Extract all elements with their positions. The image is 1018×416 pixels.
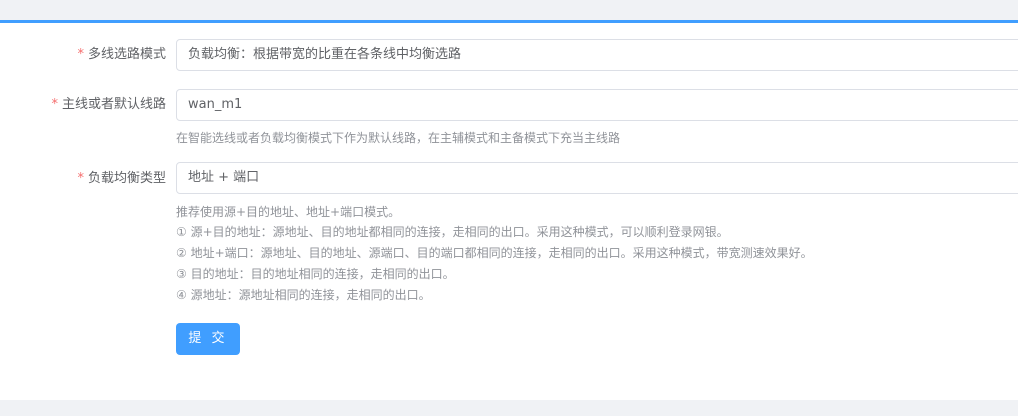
balance-type-hint-intro: 推荐使用源+目的地址、地址+端口模式。	[176, 205, 401, 219]
default-line-value: wan_m1	[188, 97, 243, 112]
balance-type-hint-option: ③ 目的地址：目的地址相同的连接，走相同的出口。	[176, 267, 455, 281]
required-mark: *	[51, 97, 58, 112]
balance-type-label: * 负载均衡类型	[77, 169, 166, 189]
form-card	[0, 20, 1018, 400]
multiline-mode-label-text: 多线选路模式	[87, 47, 166, 62]
balance-type-label-text: 负载均衡类型	[87, 171, 166, 186]
balance-type-hint-option: ④ 源地址：源地址相同的连接，走相同的出口。	[176, 288, 431, 302]
multiline-mode-select[interactable]: 负载均衡：根据带宽的比重在各条线中均衡选路	[176, 39, 1018, 71]
default-line-label: * 主线或者默认线路	[51, 95, 166, 115]
balance-type-value: 地址 + 端口	[188, 170, 260, 185]
default-line-label-text: 主线或者默认线路	[61, 97, 166, 112]
required-mark: *	[77, 47, 84, 62]
required-mark: *	[77, 171, 84, 186]
default-line-hint: 在智能选线或者负载均衡模式下作为默认线路，在主辅模式和主备模式下充当主线路	[176, 131, 621, 145]
page-background-bottom	[0, 400, 1018, 416]
balance-type-hint-option: ② 地址+端口：源地址、目的地址、源端口、目的端口都相同的连接，走相同的出口。采…	[176, 246, 813, 260]
submit-button[interactable]: 提 交	[176, 323, 240, 355]
default-line-select[interactable]: wan_m1	[176, 89, 1018, 121]
multiline-mode-value: 负载均衡：根据带宽的比重在各条线中均衡选路	[188, 47, 462, 62]
balance-type-hint-option: ① 源+目的地址：源地址、目的地址都相同的连接，走相同的出口。采用这种模式，可以…	[176, 225, 729, 239]
balance-type-select[interactable]: 地址 + 端口	[176, 162, 1018, 194]
multiline-mode-label: * 多线选路模式	[77, 45, 166, 65]
page-background-top	[0, 0, 1018, 20]
